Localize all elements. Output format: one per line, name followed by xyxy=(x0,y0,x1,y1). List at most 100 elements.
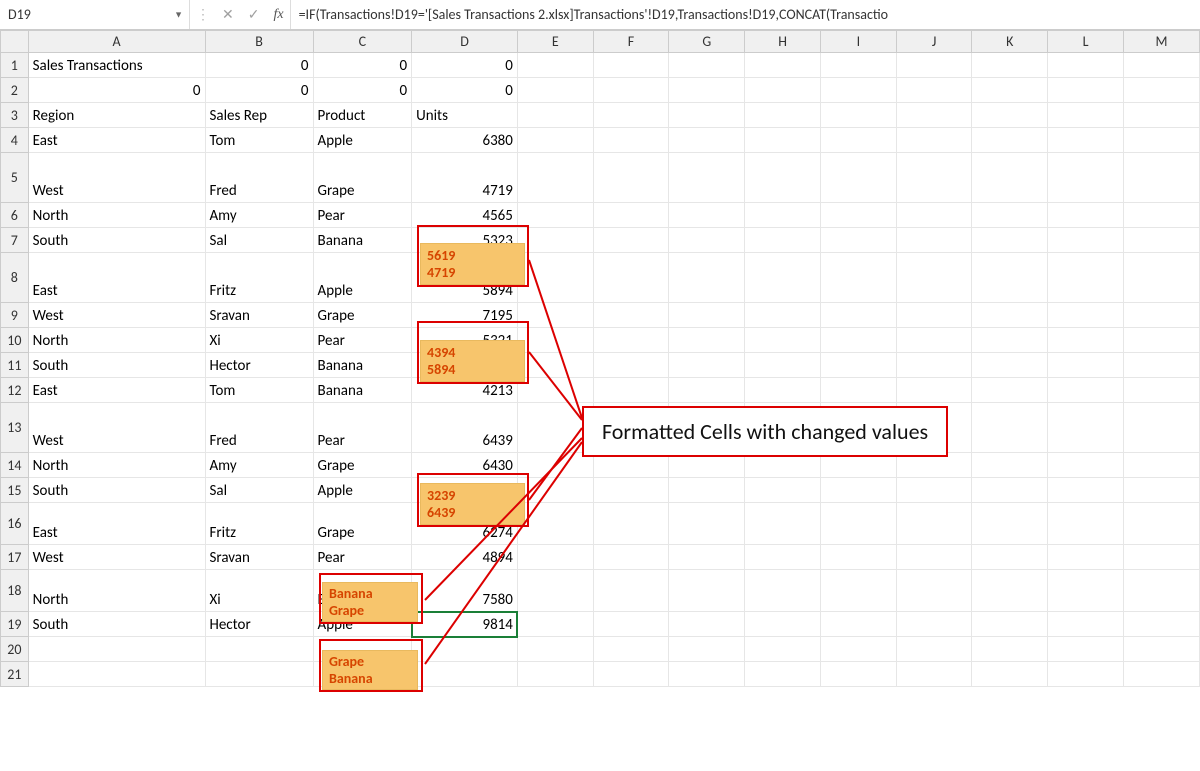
cell-E19[interactable] xyxy=(517,612,593,637)
cell-D21[interactable] xyxy=(412,662,518,687)
cell-F9[interactable] xyxy=(593,303,669,328)
cell-G9[interactable] xyxy=(669,303,745,328)
cell-K1[interactable] xyxy=(972,53,1048,78)
cell-M7[interactable] xyxy=(1123,228,1199,253)
cell-M17[interactable] xyxy=(1123,545,1199,570)
cell-J18[interactable] xyxy=(896,570,972,612)
cell-M12[interactable] xyxy=(1123,378,1199,403)
cell-G7[interactable] xyxy=(669,228,745,253)
cell-J3[interactable] xyxy=(896,103,972,128)
cell-F3[interactable] xyxy=(593,103,669,128)
cell-F10[interactable] xyxy=(593,328,669,353)
cell-H3[interactable] xyxy=(745,103,821,128)
cell-K4[interactable] xyxy=(972,128,1048,153)
cell-H16[interactable] xyxy=(745,503,821,545)
row-header[interactable]: 2 xyxy=(1,78,29,103)
cell-J10[interactable] xyxy=(896,328,972,353)
row-header[interactable]: 12 xyxy=(1,378,29,403)
row-header[interactable]: 13 xyxy=(1,403,29,453)
cell-J1[interactable] xyxy=(896,53,972,78)
cell-D11[interactable]: 2427 xyxy=(412,353,518,378)
cell-A16[interactable]: East xyxy=(28,503,205,545)
cell-H5[interactable] xyxy=(745,153,821,203)
cell-I16[interactable] xyxy=(821,503,897,545)
cell-K18[interactable] xyxy=(972,570,1048,612)
cell-H21[interactable] xyxy=(745,662,821,687)
cell-H9[interactable] xyxy=(745,303,821,328)
cell-H17[interactable] xyxy=(745,545,821,570)
cell-K6[interactable] xyxy=(972,203,1048,228)
cell-H11[interactable] xyxy=(745,353,821,378)
cell-G5[interactable] xyxy=(669,153,745,203)
cell-D12[interactable]: 4213 xyxy=(412,378,518,403)
cell-A13[interactable]: West xyxy=(28,403,205,453)
cell-E15[interactable] xyxy=(517,478,593,503)
cell-D8[interactable]: 5894 xyxy=(412,253,518,303)
cell-F18[interactable] xyxy=(593,570,669,612)
cell-J4[interactable] xyxy=(896,128,972,153)
confirm-icon[interactable]: ✓ xyxy=(248,6,260,23)
row-header[interactable]: 7 xyxy=(1,228,29,253)
column-header[interactable]: H xyxy=(745,31,821,53)
cell-K21[interactable] xyxy=(972,662,1048,687)
cell-A8[interactable]: East xyxy=(28,253,205,303)
cell-E13[interactable] xyxy=(517,403,593,453)
cell-C17[interactable]: Pear xyxy=(313,545,412,570)
cell-H8[interactable] xyxy=(745,253,821,303)
cell-A15[interactable]: South xyxy=(28,478,205,503)
cell-K16[interactable] xyxy=(972,503,1048,545)
cell-L8[interactable] xyxy=(1048,253,1124,303)
cell-G1[interactable] xyxy=(669,53,745,78)
cell-K15[interactable] xyxy=(972,478,1048,503)
cell-I15[interactable] xyxy=(821,478,897,503)
cell-C11[interactable]: Banana xyxy=(313,353,412,378)
cell-L15[interactable] xyxy=(1048,478,1124,503)
column-header[interactable]: F xyxy=(593,31,669,53)
row-header[interactable]: 14 xyxy=(1,453,29,478)
cell-E5[interactable] xyxy=(517,153,593,203)
cell-G2[interactable] xyxy=(669,78,745,103)
cell-L1[interactable] xyxy=(1048,53,1124,78)
cell-E1[interactable] xyxy=(517,53,593,78)
cell-E4[interactable] xyxy=(517,128,593,153)
cell-C21[interactable] xyxy=(313,662,412,687)
cell-K19[interactable] xyxy=(972,612,1048,637)
cell-C7[interactable]: Banana xyxy=(313,228,412,253)
cell-E11[interactable] xyxy=(517,353,593,378)
spreadsheet-grid[interactable]: A B C D E F G H I J K L M 1Sales Transac… xyxy=(0,30,1200,687)
row-header[interactable]: 5 xyxy=(1,153,29,203)
cell-K3[interactable] xyxy=(972,103,1048,128)
cell-L9[interactable] xyxy=(1048,303,1124,328)
cell-E7[interactable] xyxy=(517,228,593,253)
name-box[interactable]: D19 ▼ xyxy=(0,0,190,29)
cell-L3[interactable] xyxy=(1048,103,1124,128)
cell-C20[interactable] xyxy=(313,637,412,662)
column-header[interactable]: I xyxy=(821,31,897,53)
cell-B16[interactable]: Fritz xyxy=(205,503,313,545)
cell-B7[interactable]: Sal xyxy=(205,228,313,253)
cell-H19[interactable] xyxy=(745,612,821,637)
row-header[interactable]: 6 xyxy=(1,203,29,228)
cell-J6[interactable] xyxy=(896,203,972,228)
row-header[interactable]: 16 xyxy=(1,503,29,545)
cell-E6[interactable] xyxy=(517,203,593,228)
cell-E20[interactable] xyxy=(517,637,593,662)
cell-A7[interactable]: South xyxy=(28,228,205,253)
more-icon[interactable]: ⋮ xyxy=(196,6,208,23)
cell-H7[interactable] xyxy=(745,228,821,253)
cell-H12[interactable] xyxy=(745,378,821,403)
cell-C6[interactable]: Pear xyxy=(313,203,412,228)
cell-C9[interactable]: Grape xyxy=(313,303,412,328)
cell-C5[interactable]: Grape xyxy=(313,153,412,203)
cell-B3[interactable]: Sales Rep xyxy=(205,103,313,128)
cell-J12[interactable] xyxy=(896,378,972,403)
cell-A18[interactable]: North xyxy=(28,570,205,612)
cell-J5[interactable] xyxy=(896,153,972,203)
cell-D16[interactable]: 6274 xyxy=(412,503,518,545)
cell-E21[interactable] xyxy=(517,662,593,687)
cell-M18[interactable] xyxy=(1123,570,1199,612)
column-header[interactable]: J xyxy=(896,31,972,53)
cell-F15[interactable] xyxy=(593,478,669,503)
cell-A11[interactable]: South xyxy=(28,353,205,378)
cell-M19[interactable] xyxy=(1123,612,1199,637)
